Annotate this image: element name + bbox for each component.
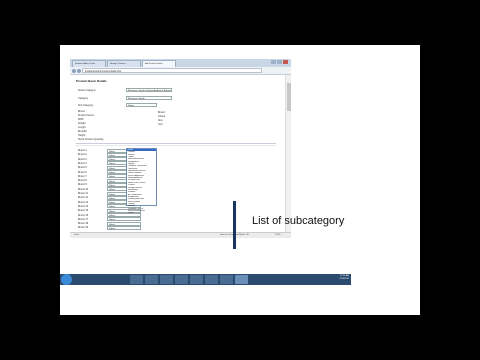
tab-manage-products[interactable]: Manage Products	[107, 60, 141, 67]
variant-row-label: Brand 5	[78, 166, 87, 170]
status-bar-background: Done Internet | Protected Mode: Off 100%	[70, 232, 291, 238]
variant-row-label: Brand 12	[78, 196, 89, 200]
annotation-text: List of subcategory	[252, 215, 345, 227]
divider	[76, 145, 276, 146]
dropdown-items: Select Camera Mobiles Tablets Mobile Accesso…	[127, 149, 156, 215]
browser-window: Solutions Admin Panel Manage Products Ad…	[70, 59, 291, 232]
field-label: Stock Product Quantity	[78, 138, 104, 141]
select-category[interactable]: Electronic Goods & Home Appliance Equipm…	[126, 88, 172, 92]
taskbar-app-icon[interactable]	[220, 275, 233, 284]
taskbar-app-icon[interactable]	[190, 275, 203, 284]
system-clock[interactable]: 11:39 AM 7/20/2012	[339, 275, 349, 281]
variant-row-label: Brand 18	[78, 222, 89, 226]
variant-row-label: Brand 9	[78, 183, 87, 187]
subcategory-dropdown-list[interactable]: Select Camera Mobiles Tablets Mobile Accesso…	[126, 148, 157, 214]
variant-row-label: Brand 2	[78, 153, 87, 157]
address-bar-area: localhost/admin/product/add.php	[70, 67, 291, 75]
field-label: Category	[78, 97, 89, 100]
divider	[76, 143, 276, 144]
field-label: Product Name	[78, 114, 94, 117]
tab-label: Solutions Admin Panel	[75, 63, 96, 65]
vertical-scrollbar[interactable]	[285, 75, 291, 232]
variant-row-label: Brand 16	[78, 213, 89, 217]
start-button-icon[interactable]	[61, 274, 72, 285]
category-select[interactable]: Electronic Goods	[126, 96, 172, 100]
tab-admin-panel[interactable]: Solutions Admin Panel	[72, 60, 106, 67]
variant-row-label: Brand 13	[78, 200, 89, 204]
field-label: Length	[78, 126, 86, 129]
field-label: Breadth	[78, 130, 87, 133]
taskbar-app-icon[interactable]	[205, 275, 218, 284]
maximize-button[interactable]	[277, 60, 282, 64]
variant-row-label: Brand 3	[78, 157, 87, 161]
url-input[interactable]: localhost/admin/product/add.php	[82, 68, 262, 73]
windows-taskbar: 11:39 AM 7/20/2012	[60, 274, 351, 285]
right-label: Unit	[158, 123, 163, 126]
tab-add-product[interactable]: Add Product Details	[142, 60, 176, 67]
page-title: Product Basic Details	[76, 79, 107, 83]
field-label: MRP	[78, 118, 84, 121]
variant-row-label: Brand 19	[78, 226, 89, 230]
field-label: Sub Category	[78, 104, 94, 107]
taskbar-app-icon[interactable]	[175, 275, 188, 284]
field-label: Select Category	[78, 89, 96, 92]
right-label: Brand	[158, 111, 165, 114]
taskbar-browser-icon[interactable]	[235, 275, 248, 284]
right-label: Colour	[158, 115, 166, 118]
clock-date: 7/20/2012	[339, 278, 349, 280]
variant-row-label: Brand 7	[78, 174, 87, 178]
variant-row-label: Brand 10	[78, 187, 89, 191]
forward-icon[interactable]	[77, 69, 81, 73]
tab-strip: Solutions Admin Panel Manage Products Ad…	[70, 59, 291, 67]
status-text: Done	[74, 234, 80, 236]
variant-row-label: Brand 14	[78, 204, 89, 208]
variant-row-select[interactable]: Select	[107, 225, 141, 230]
page-content: Product Basic Details Select Category El…	[70, 75, 285, 232]
tab-label: Manage Products	[110, 63, 126, 65]
field-label: Height	[78, 134, 86, 137]
scrollbar-thumb[interactable]	[287, 83, 291, 111]
right-label: Size	[158, 119, 163, 122]
taskbar-app-icon[interactable]	[130, 275, 143, 284]
variant-row-label: Brand 15	[78, 209, 89, 213]
tab-label: Add Product Details	[145, 63, 163, 65]
minimize-button[interactable]	[271, 60, 276, 64]
variant-row-label: Brand 6	[78, 170, 87, 174]
taskbar-app-icon[interactable]	[160, 275, 173, 284]
subcategory-option[interactable]: Others	[127, 212, 156, 214]
field-label: Brand	[78, 110, 85, 113]
variant-row-label: Brand 8	[78, 179, 87, 183]
back-icon[interactable]	[72, 69, 76, 73]
subcategory-select[interactable]: Select	[126, 103, 157, 107]
variant-row-label: Brand 11	[78, 192, 88, 195]
variant-row-label: Brand 17	[78, 217, 89, 221]
variant-row-label: Brand 1	[78, 149, 87, 152]
zoom-level[interactable]: 100%	[275, 234, 281, 236]
field-label: Weight	[78, 122, 86, 125]
status-bar: Done Internet | Protected Mode: Off 100%	[70, 232, 291, 238]
dropdown-scroll-indicator	[233, 201, 236, 249]
taskbar-app-icon[interactable]	[145, 275, 158, 284]
close-button[interactable]	[283, 60, 288, 64]
variant-row-label: Brand 4	[78, 161, 87, 165]
